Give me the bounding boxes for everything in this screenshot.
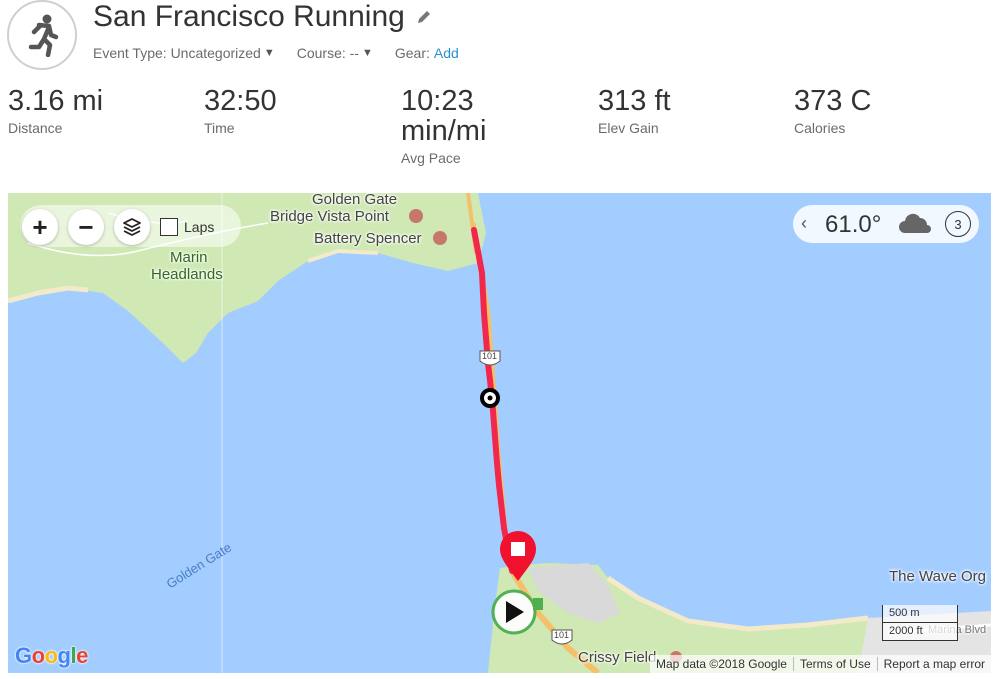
google-logo: Google bbox=[15, 643, 88, 668]
stat-time: 32:50 Time bbox=[204, 85, 277, 136]
label-route-101-b: 101 bbox=[554, 630, 570, 640]
laps-toggle[interactable]: Laps bbox=[160, 209, 214, 245]
wind-speed-icon: 3 bbox=[945, 211, 971, 237]
route-map[interactable]: Golden Gate Bridge Vista Point Battery S… bbox=[8, 193, 991, 673]
runner-icon bbox=[28, 14, 59, 57]
label-the-wave: The Wave Org bbox=[889, 568, 986, 585]
zoom-out-button[interactable]: − bbox=[68, 209, 104, 245]
caret-down-icon: ▼ bbox=[263, 47, 275, 59]
add-gear-link[interactable]: Add bbox=[434, 45, 459, 61]
cloud-icon bbox=[899, 213, 931, 233]
label-bridge-vista-point: Bridge Vista Point bbox=[270, 208, 389, 225]
stat-calories: 373 C Calories bbox=[794, 85, 872, 136]
stat-avg-pace: 10:23 min/mi Avg Pace bbox=[401, 85, 487, 166]
label-battery-spencer: Battery Spencer bbox=[314, 230, 422, 247]
weather-widget: ‹ 61.0° 3 bbox=[793, 205, 979, 243]
caret-down-icon: ▼ bbox=[361, 47, 373, 59]
scale-imperial: 2000 ft bbox=[882, 623, 958, 641]
gear-field: Gear: Add bbox=[394, 45, 459, 61]
laps-checkbox[interactable] bbox=[160, 218, 178, 236]
label-marin: Marin bbox=[170, 249, 208, 266]
event-type-dropdown[interactable]: Event Type: Uncategorized ▼ bbox=[93, 45, 275, 61]
activity-meta: Event Type: Uncategorized ▼ Course: -- ▼… bbox=[93, 45, 481, 61]
label-golden-gate-vista: Golden Gate bbox=[312, 193, 398, 208]
layers-icon bbox=[123, 218, 141, 236]
activity-type-avatar bbox=[7, 0, 77, 70]
map-tiles bbox=[8, 193, 991, 673]
activity-title: San Francisco Running bbox=[93, 0, 405, 33]
course-dropdown[interactable]: Course: -- ▼ bbox=[297, 45, 373, 61]
zoom-in-button[interactable]: + bbox=[22, 209, 58, 245]
map-attribution: Map data ©2018 Google Terms of Use Repor… bbox=[650, 655, 991, 673]
terms-of-use-link[interactable]: Terms of Use bbox=[792, 657, 877, 671]
chevron-left-icon[interactable]: ‹ bbox=[801, 213, 807, 234]
label-route-101-a: 101 bbox=[482, 351, 498, 361]
stat-elev-gain: 313 ft Elev Gain bbox=[598, 85, 671, 136]
edit-pencil-icon[interactable] bbox=[416, 9, 432, 25]
temperature: 61.0° bbox=[825, 211, 882, 238]
layers-button[interactable] bbox=[114, 209, 150, 245]
map-data-credit: Map data ©2018 Google bbox=[656, 657, 787, 671]
report-map-error-link[interactable]: Report a map error bbox=[876, 657, 991, 671]
map-scale: 500 m 2000 ft bbox=[882, 605, 958, 641]
label-crissy-field: Crissy Field bbox=[578, 649, 657, 666]
stat-distance: 3.16 mi Distance bbox=[8, 85, 104, 136]
label-headlands: Headlands bbox=[151, 266, 223, 283]
scale-metric: 500 m bbox=[882, 605, 958, 623]
